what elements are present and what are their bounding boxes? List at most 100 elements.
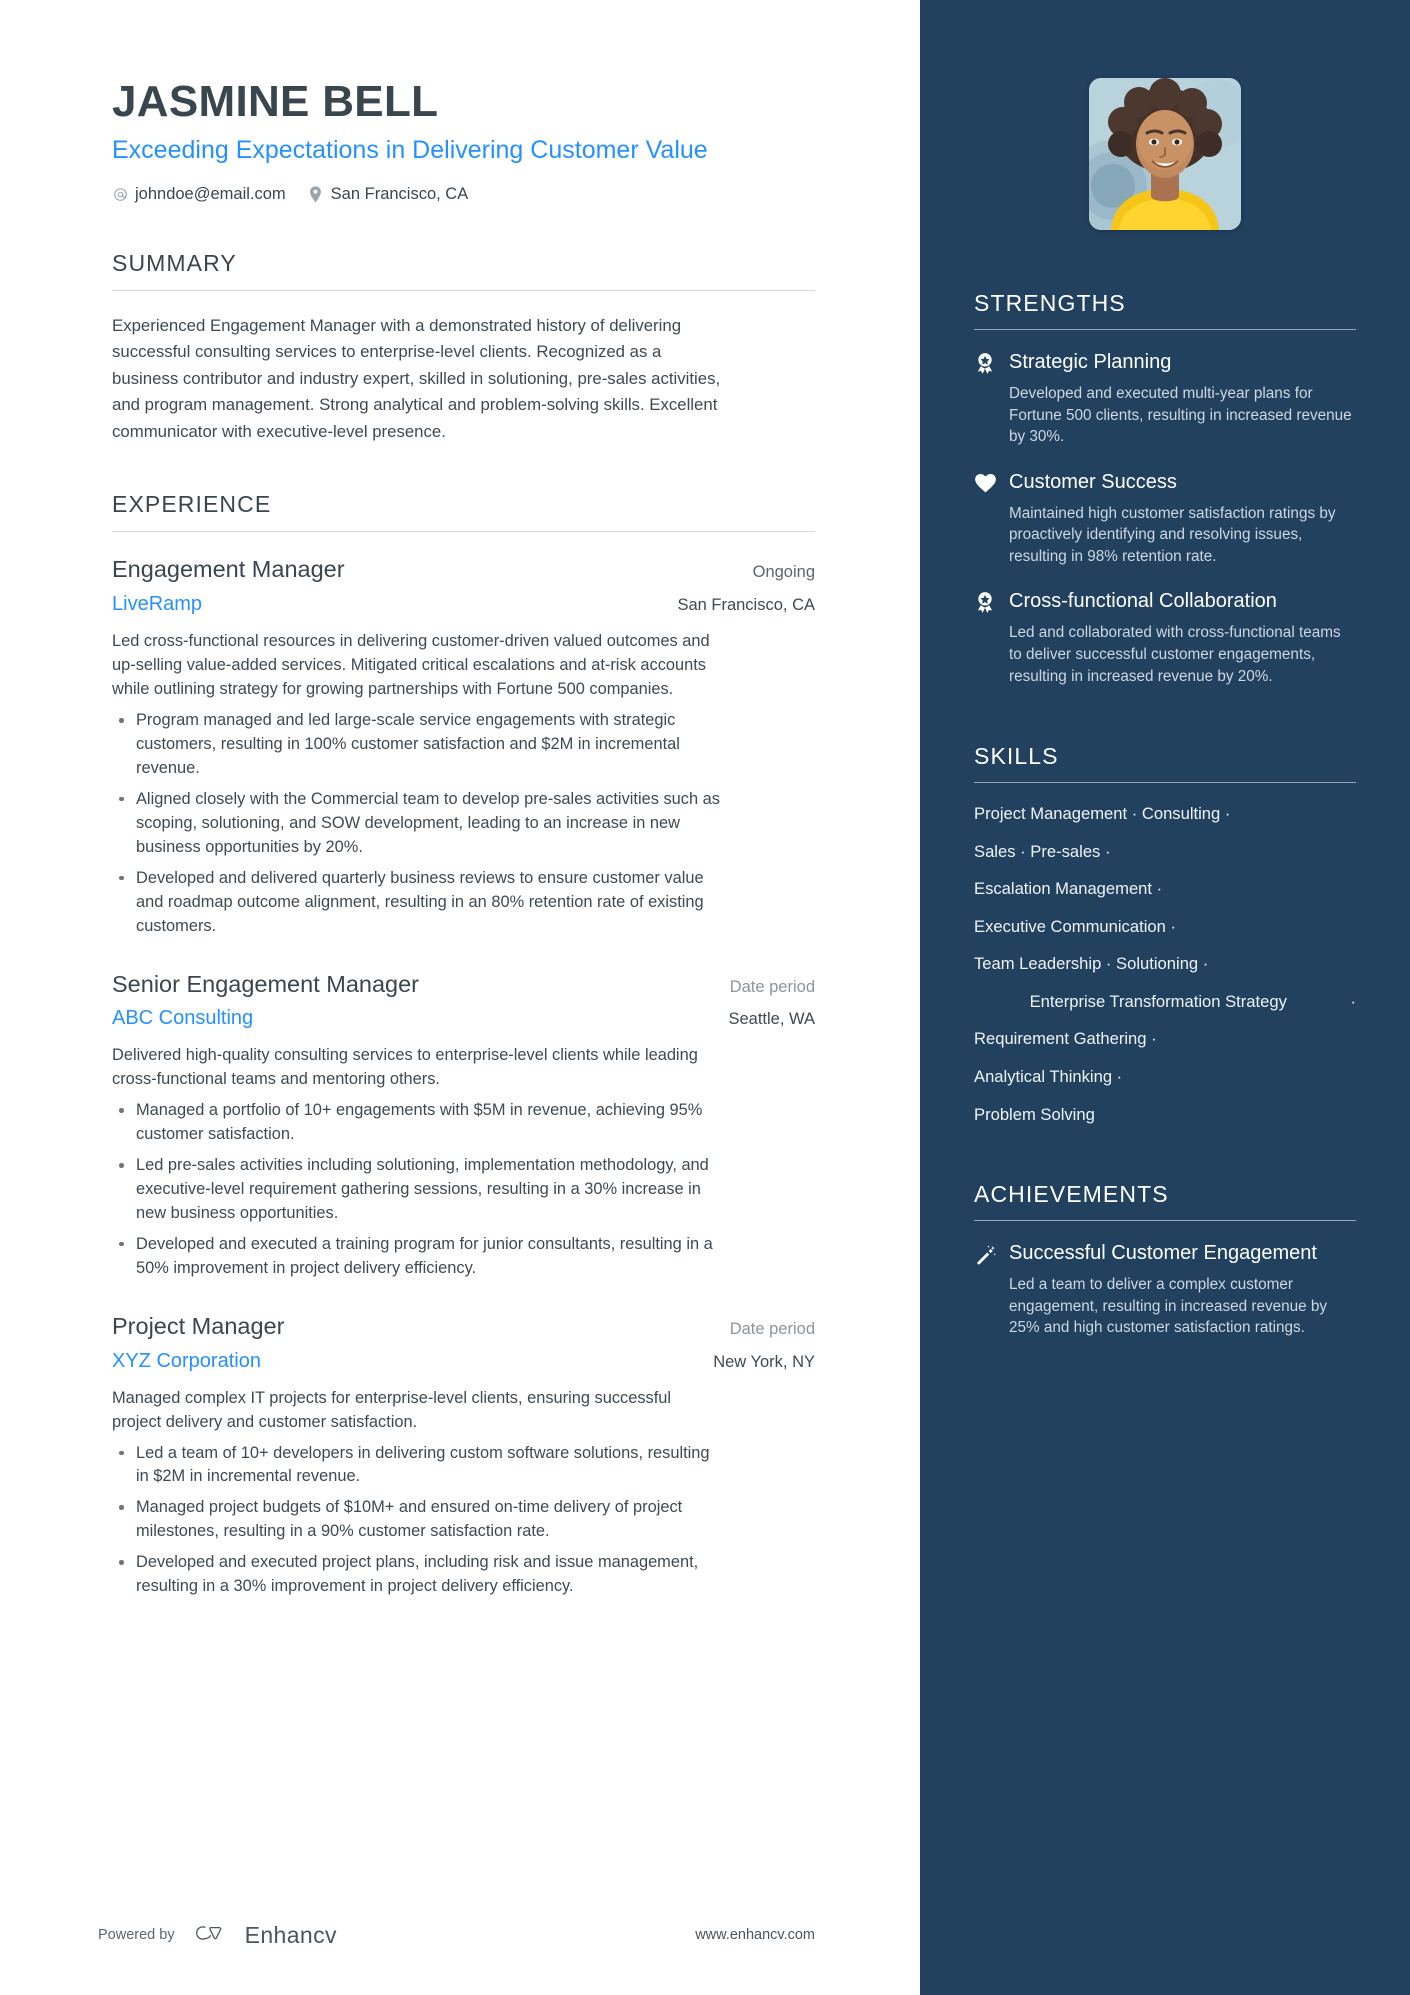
job-company[interactable]: ABC Consulting <box>112 1004 253 1032</box>
experience-list: Engagement Manager Ongoing LiveRamp San Fra… <box>112 554 815 1599</box>
achievements-divider <box>974 1220 1356 1222</box>
footer-website[interactable]: www.enhancv.com <box>695 1927 815 1943</box>
skills-section: SKILLS Project Management · Consulting ·… <box>974 743 1356 1125</box>
job-company[interactable]: LiveRamp <box>112 590 202 618</box>
summary-text: Experienced Engagement Manager with a de… <box>112 315 721 441</box>
item-header: Strategic Planning <box>974 350 1356 376</box>
job-bullet: Developed and executed a training progra… <box>112 1233 722 1281</box>
job-bullet: Managed a portfolio of 10+ engagements w… <box>112 1099 722 1147</box>
achievements-list: Successful Customer Engagement Led a team… <box>974 1241 1356 1339</box>
contact-row: johndoe@email.com San Francisco, CA <box>112 185 815 204</box>
page-title: JASMINE BELL <box>112 77 439 126</box>
contact-email[interactable]: johndoe@email.com <box>112 185 286 204</box>
experience-entry-subheader: ABC Consulting Seattle, WA <box>112 1004 815 1032</box>
skill-line: Team Leadership · Solutioning · <box>974 954 1209 974</box>
enhancv-brand[interactable]: Enhancv <box>191 1922 337 1949</box>
experience-entry-header: Engagement Manager Ongoing <box>112 554 815 586</box>
award-ribbon-icon <box>974 591 996 615</box>
resume-page: JASMINE BELL Exceeding Expectations in D… <box>0 0 1410 1995</box>
skill-line: Executive Communication · <box>974 916 1176 936</box>
job-bullet: Managed project budgets of $10M+ and ens… <box>112 1496 722 1544</box>
experience-section-title: EXPERIENCE <box>112 491 272 518</box>
experience-entry-header: Senior Engagement Manager Date period <box>112 969 815 1001</box>
experience-divider <box>112 531 815 533</box>
job-bullet: Developed and delivered quarterly busine… <box>112 867 722 939</box>
strength-item: Cross-functional Collaboration Led and co… <box>974 589 1356 687</box>
skills-section-title: SKILLS <box>974 743 1059 770</box>
item-header: Customer Success <box>974 470 1356 496</box>
job-location: San Francisco, CA <box>677 596 815 615</box>
job-bullet: Aligned closely with the Commercial team… <box>112 788 722 860</box>
strengths-section-title: STRENGTHS <box>974 290 1126 316</box>
item-title: Strategic Planning <box>1009 351 1172 373</box>
job-location: Seattle, WA <box>728 1010 815 1029</box>
skill-line: Project Management · Consulting · <box>974 804 1231 824</box>
experience-entry: Senior Engagement Manager Date period ABC … <box>112 969 815 1281</box>
job-date: Ongoing <box>752 563 815 582</box>
job-bullet: Program managed and led large-scale serv… <box>112 709 722 781</box>
footer: Powered by Enhancv www.enhancv.com <box>0 1875 920 1995</box>
strength-item: Customer Success Maintained high customer… <box>974 470 1356 568</box>
skill-line: Escalation Management · <box>974 879 1163 899</box>
achievements-section: ACHIEVEMENTS Successful Customer Engagem… <box>974 1181 1356 1339</box>
skill-line: Analytical Thinking · <box>974 1067 1123 1086</box>
job-description: Delivered high-quality consulting servic… <box>112 1046 698 1089</box>
experience-entry-subheader: XYZ Corporation New York, NY <box>112 1347 815 1375</box>
summary-divider <box>112 289 815 291</box>
job-bullet: Led a team of 10+ developers in deliveri… <box>112 1442 722 1490</box>
summary-section: SUMMARY Experienced Engagement Manager w… <box>112 250 815 446</box>
job-title: Senior Engagement Manager <box>112 970 420 997</box>
job-title: Engagement Manager <box>112 556 345 583</box>
contact-email-text: johndoe@email.com <box>135 184 286 203</box>
avatar-wrap <box>974 78 1356 230</box>
skill-line: Enterprise Transformation Strategy · <box>974 991 1356 1013</box>
item-header: Cross-functional Collaboration <box>974 589 1356 615</box>
job-date: Date period <box>729 1319 815 1338</box>
job-company[interactable]: XYZ Corporation <box>112 1347 261 1375</box>
skill-line: Problem Solving <box>974 1104 1095 1124</box>
strength-item: Strategic Planning Developed and executed… <box>974 350 1356 448</box>
experience-entry-header: Project Manager Date period <box>112 1311 815 1343</box>
skill-line-text: Enterprise Transformation Strategy <box>1029 991 1287 1011</box>
summary-section-title: SUMMARY <box>112 249 237 276</box>
item-header: Successful Customer Engagement <box>974 1241 1356 1267</box>
at-email-icon <box>112 185 128 203</box>
powered-by-label: Powered by <box>98 1927 175 1943</box>
job-description: Managed complex IT projects for enterpri… <box>112 1388 672 1431</box>
magic-wand-icon <box>974 1243 996 1267</box>
contact-location-text: San Francisco, CA <box>330 184 469 203</box>
item-description: Developed and executed multi-year plans … <box>1009 385 1352 446</box>
map-pin-icon <box>308 185 324 203</box>
item-description: Maintained high customer satisfaction ra… <box>1009 504 1336 565</box>
experience-entry: Engagement Manager Ongoing LiveRamp San Fra… <box>112 554 815 938</box>
experience-entry-subheader: LiveRamp San Francisco, CA <box>112 590 815 618</box>
job-date: Date period <box>729 977 815 996</box>
powered-by-block: Powered by Enhancv <box>98 1922 337 1949</box>
skills-divider <box>974 782 1356 784</box>
item-description: Led a team to deliver a complex customer… <box>1009 1276 1328 1337</box>
job-location: New York, NY <box>713 1352 815 1371</box>
item-title: Successful Customer Engagement <box>1009 1242 1317 1265</box>
skills-list: Project Management · Consulting · Sales ·… <box>974 803 1356 1125</box>
experience-entry: Project Manager Date period XYZ Corporatio… <box>112 1311 815 1599</box>
job-title: Project Manager <box>112 1312 285 1339</box>
achievement-item: Successful Customer Engagement Led a team… <box>974 1241 1356 1339</box>
contact-location: San Francisco, CA <box>308 184 469 204</box>
skill-line: Requirement Gathering · <box>974 1029 1157 1049</box>
job-bullet-list: Led a team of 10+ developers in deliveri… <box>112 1442 815 1600</box>
item-description: Led and collaborated with cross-function… <box>1009 624 1341 685</box>
strengths-section: STRENGTHS Strategic Planning Developed an… <box>974 290 1356 687</box>
job-bullet: Led pre-sales activities including solut… <box>112 1154 722 1226</box>
skill-line: Sales · Pre-sales · <box>974 841 1111 861</box>
item-title: Customer Success <box>1009 470 1177 493</box>
job-bullet-list: Managed a portfolio of 10+ engagements w… <box>112 1099 815 1281</box>
award-ribbon-icon <box>974 352 996 376</box>
job-description: Led cross-functional resources in delive… <box>112 632 710 699</box>
enhancv-brand-name: Enhancv <box>244 1921 337 1948</box>
item-title: Cross-functional Collaboration <box>1009 590 1277 613</box>
avatar <box>1089 78 1241 230</box>
main-column: JASMINE BELL Exceeding Expectations in D… <box>0 0 920 1995</box>
job-bullet: Developed and executed project plans, in… <box>112 1551 722 1599</box>
avatar-photo-icon <box>1089 78 1241 230</box>
headline-tagline: Exceeding Expectations in Delivering Cus… <box>112 135 708 164</box>
